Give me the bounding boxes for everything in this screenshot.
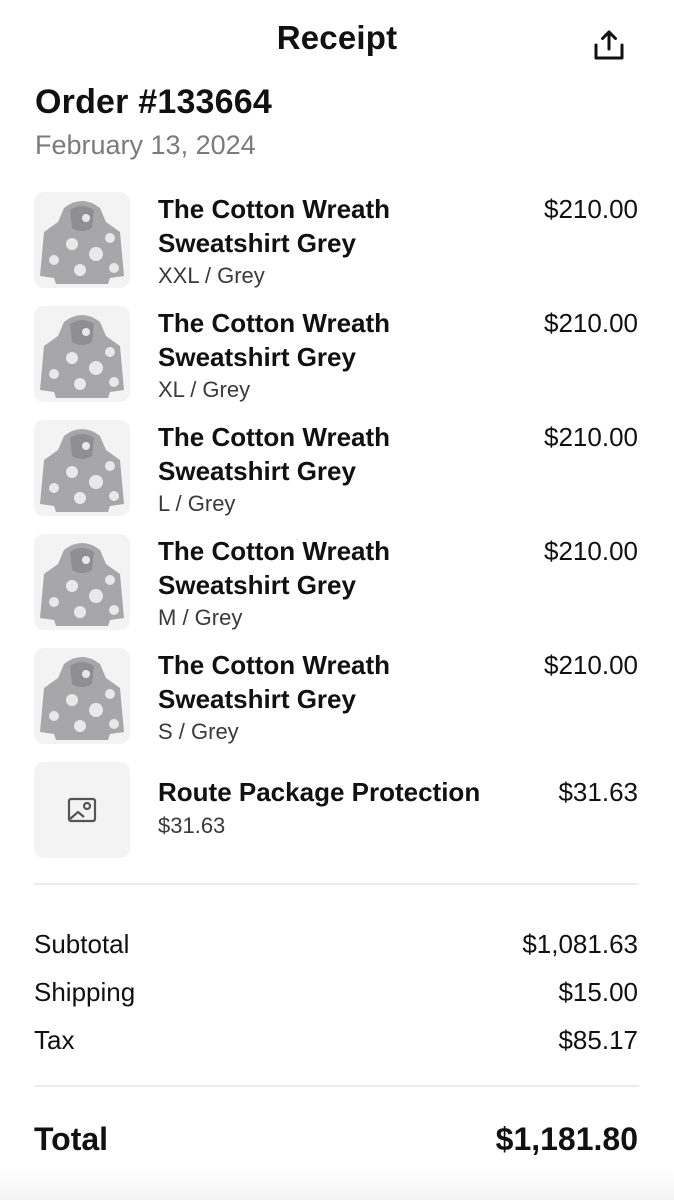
subtotal-label: Subtotal [34,929,130,959]
product-image [34,306,130,402]
product-image [34,648,130,744]
item-variant: XL / Grey [158,377,251,402]
item-variant: XXL / Grey [158,263,265,288]
product-image [34,762,130,858]
hoodie-image [34,192,130,288]
hoodie-image [34,420,130,516]
image-placeholder-icon [67,797,97,823]
hoodie-image [34,648,130,744]
item-name: Route Package Protection [158,777,481,807]
header: Receipt [0,0,674,80]
item-name: The Cotton Wreath Sweatshirt Grey [158,308,391,372]
line-item[interactable]: The Cotton Wreath Sweatshirt Grey L / Gr… [0,419,674,533]
item-variant: S / Grey [158,719,239,744]
item-price: $210.00 [544,650,638,680]
total-value: $1,181.80 [495,1121,638,1157]
shipping-label: Shipping [34,977,136,1007]
bottom-fade [0,1168,674,1200]
item-price: $210.00 [544,536,638,566]
page-title: Receipt [276,19,398,56]
item-variant: $31.63 [158,813,226,838]
line-item[interactable]: Route Package Protection $31.63 $31.63 [0,761,674,881]
shipping-value: $15.00 [558,977,638,1007]
divider [34,1085,639,1087]
total-label: Total [34,1121,109,1157]
hoodie-image [34,306,130,402]
tax-label: Tax [34,1025,75,1055]
item-price: $210.00 [544,308,638,338]
item-price: $210.00 [544,422,638,452]
share-button[interactable] [586,22,632,68]
item-variant: L / Grey [158,491,236,516]
line-item[interactable]: The Cotton Wreath Sweatshirt Grey XXL / … [0,191,674,305]
item-name: The Cotton Wreath Sweatshirt Grey [158,536,391,600]
product-image [34,534,130,630]
item-name: The Cotton Wreath Sweatshirt Grey [158,194,391,258]
product-image [34,420,130,516]
item-name: The Cotton Wreath Sweatshirt Grey [158,422,391,486]
item-price: $31.63 [558,777,638,807]
order-date: February 13, 2024 [35,130,256,160]
share-icon [594,30,624,60]
product-image [34,192,130,288]
line-item[interactable]: The Cotton Wreath Sweatshirt Grey M / Gr… [0,533,674,647]
hoodie-image [34,534,130,630]
divider [34,883,639,885]
line-item[interactable]: The Cotton Wreath Sweatshirt Grey S / Gr… [0,647,674,761]
tax-value: $85.17 [558,1025,638,1055]
order-number: Order #133664 [35,83,272,121]
line-items: The Cotton Wreath Sweatshirt Grey XXL / … [0,191,674,881]
item-variant: M / Grey [158,605,243,630]
subtotal-value: $1,081.63 [522,929,638,959]
receipt-screen: Receipt Order #133664 February 13, 2024 [0,0,674,1200]
item-name: The Cotton Wreath Sweatshirt Grey [158,650,391,714]
line-item[interactable]: The Cotton Wreath Sweatshirt Grey XL / G… [0,305,674,419]
item-price: $210.00 [544,194,638,224]
